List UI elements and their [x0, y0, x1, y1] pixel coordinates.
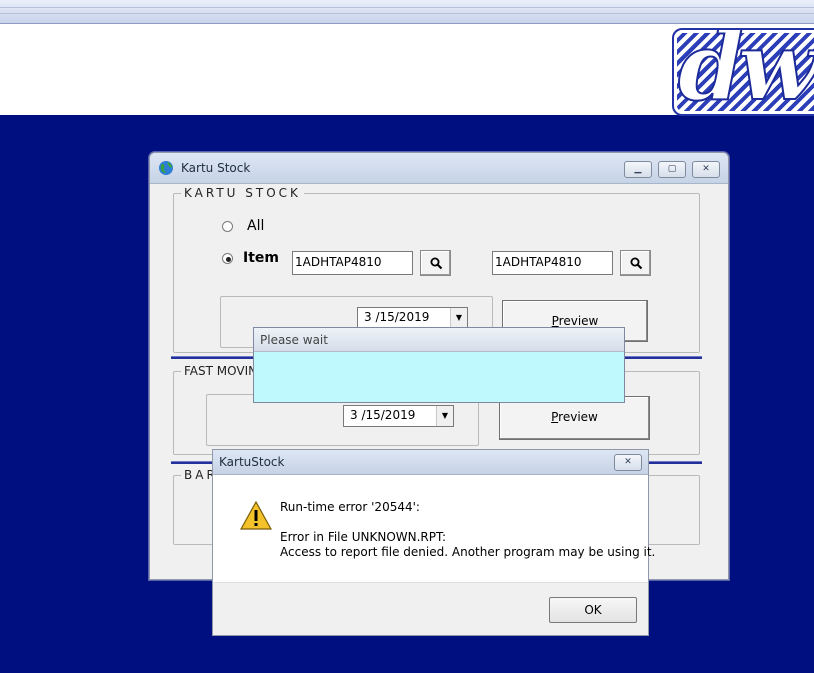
search-item-to-button[interactable] — [620, 250, 651, 276]
maximize-button[interactable]: ▢ — [658, 161, 686, 178]
company-logo: dw — [672, 28, 814, 116]
top-toolbar-strip — [0, 0, 814, 24]
minimize-button[interactable]: ▁ — [624, 161, 652, 178]
error-file-line: Error in File UNKNOWN.RPT: — [280, 530, 447, 544]
maximize-icon: ▢ — [667, 164, 677, 174]
date-value: 3 /15/2019 — [364, 310, 430, 324]
please-wait-title: Please wait — [254, 328, 624, 352]
radio-item[interactable] — [222, 253, 233, 264]
kartu-stock-date-picker[interactable]: 3 /15/2019 ▼ — [357, 307, 468, 329]
logo-text: dw — [677, 28, 814, 116]
radio-item-label: Item — [243, 250, 279, 266]
search-icon — [430, 257, 443, 270]
item-from-input[interactable]: 1ADHTAP4810 — [292, 251, 413, 275]
radio-all-label: All — [247, 218, 265, 234]
search-item-from-button[interactable] — [420, 250, 451, 276]
search-icon — [630, 257, 643, 270]
fast-moving-date-picker[interactable]: 3 /15/2019 ▼ — [343, 405, 454, 427]
date-value: 3 /15/2019 — [350, 408, 416, 422]
preview-mnemonic: P — [551, 314, 559, 328]
preview-label-rest: review — [558, 410, 598, 424]
close-button[interactable]: ✕ — [692, 161, 720, 178]
window-titlebar[interactable]: Kartu Stock ▁ ▢ ✕ — [150, 153, 728, 184]
preview-label-rest: review — [558, 314, 599, 328]
minimize-icon: ▁ — [634, 164, 642, 174]
error-dialog: KartuStock ✕ Run-time error '20544': Err… — [212, 449, 655, 636]
kartu-stock-group-label: KARTU STOCK — [181, 186, 304, 200]
window-title: Kartu Stock — [181, 161, 251, 175]
warning-icon — [240, 501, 272, 530]
error-message-line: Access to report file denied. Another pr… — [280, 545, 656, 559]
please-wait-dialog: Please wait — [253, 327, 625, 403]
error-dialog-titlebar[interactable]: KartuStock ✕ — [213, 450, 648, 475]
close-icon: ✕ — [624, 457, 632, 467]
error-close-button[interactable]: ✕ — [614, 454, 642, 471]
radio-all[interactable] — [222, 221, 233, 232]
chevron-down-icon: ▼ — [450, 308, 467, 328]
error-dialog-title: KartuStock — [219, 455, 285, 469]
close-icon: ✕ — [702, 164, 710, 174]
item-to-input[interactable]: 1ADHTAP4810 — [492, 251, 613, 275]
error-runtime-line: Run-time error '20544': — [280, 500, 420, 514]
ok-button[interactable]: OK — [549, 597, 637, 623]
globe-icon — [159, 161, 173, 175]
chevron-down-icon: ▼ — [436, 406, 453, 426]
